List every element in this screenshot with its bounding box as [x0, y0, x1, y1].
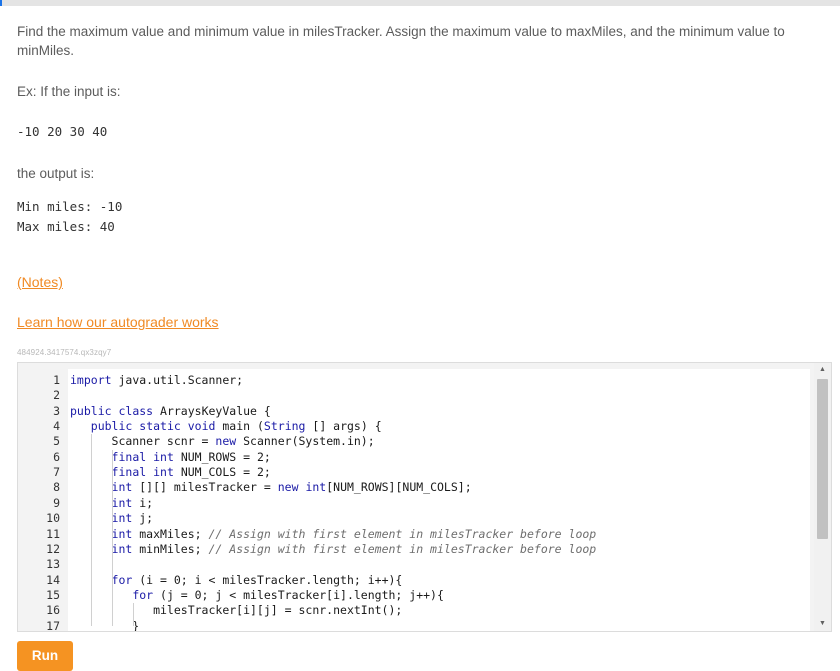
line-number: 2	[53, 388, 60, 403]
top-divider	[0, 0, 840, 6]
code-line[interactable]: 16 milesTracker[i][j] = scnr.nextInt();	[30, 603, 810, 618]
line-number: 8	[53, 480, 60, 495]
problem-statement: Find the maximum value and minimum value…	[17, 24, 785, 58]
problem-id: 484924.3417574.qx3zqy7	[17, 348, 112, 357]
code-text[interactable]: Scanner scnr = new Scanner(System.in);	[70, 434, 375, 449]
scrollbar-thumb[interactable]	[817, 379, 828, 539]
line-number: 4	[53, 419, 60, 434]
code-text[interactable]: for (j = 0; j < milesTracker[i].length; …	[70, 588, 444, 603]
code-line[interactable]: 14 for (i = 0; i < milesTracker.length; …	[30, 573, 810, 588]
line-number: 1	[53, 373, 60, 387]
scroll-up-arrow-icon[interactable]: ▲	[814, 363, 831, 377]
code-line[interactable]: 3 public class ArraysKeyValue {	[30, 404, 810, 419]
code-line[interactable]: 9 int i;	[30, 496, 810, 511]
code-text[interactable]: import java.util.Scanner;	[70, 373, 243, 388]
code-line[interactable]: 6 final int NUM_ROWS = 2;	[30, 450, 810, 465]
top-accent	[0, 0, 2, 6]
line-number: 14	[46, 572, 60, 587]
scroll-down-arrow-icon[interactable]: ▼	[814, 617, 831, 631]
autograder-link[interactable]: Learn how our autograder works	[17, 314, 219, 330]
line-number: 13	[46, 557, 60, 572]
example-intro: Ex: If the input is:	[17, 84, 121, 99]
code-line[interactable]: 12 int minMiles; // Assign with first el…	[30, 542, 810, 557]
line-number: 7	[53, 465, 60, 480]
line-number: 5	[53, 434, 60, 449]
code-line[interactable]: 7 final int NUM_COLS = 2;	[30, 465, 810, 480]
code-line[interactable]: 2	[30, 388, 810, 403]
code-line[interactable]: 4 public static void main (String [] arg…	[30, 419, 810, 434]
indent-guide	[112, 449, 113, 627]
line-number: 11	[46, 526, 60, 541]
code-text[interactable]: int [][] milesTracker = new int[NUM_ROWS…	[70, 480, 472, 495]
example-output-line1: Min miles: -10	[17, 199, 123, 214]
code-line[interactable]: 8 int [][] milesTracker = new int[NUM_RO…	[30, 480, 810, 495]
code-text[interactable]: milesTracker[i][j] = scnr.nextInt();	[70, 603, 402, 618]
code-text[interactable]: final int NUM_ROWS = 2;	[70, 450, 271, 465]
code-line[interactable]: 5 Scanner scnr = new Scanner(System.in);	[30, 434, 810, 449]
code-editor[interactable]: 1 import java.util.Scanner; 2 3 public class…	[30, 369, 810, 631]
notes-link[interactable]: (Notes)	[17, 274, 63, 290]
code-editor-frame: 1 import java.util.Scanner; 2 3 public class…	[17, 362, 832, 632]
code-text[interactable]: int minMiles; // Assign with first eleme…	[70, 542, 597, 557]
example-input: -10 20 30 40	[17, 124, 108, 139]
code-line[interactable]: 11 int maxMiles; // Assign with first el…	[30, 527, 810, 542]
code-text[interactable]: public static void main (String [] args)…	[70, 419, 382, 434]
code-text[interactable]: int maxMiles; // Assign with first eleme…	[70, 527, 597, 542]
line-number: 17	[46, 618, 60, 631]
code-line[interactable]: 1 import java.util.Scanner;	[30, 373, 810, 388]
line-number: 10	[46, 511, 60, 526]
indent-guide	[91, 434, 92, 627]
line-number: 9	[53, 495, 60, 510]
code-text[interactable]: }	[70, 619, 139, 631]
code-line[interactable]: 17 }	[30, 619, 810, 631]
output-intro: the output is:	[17, 166, 95, 181]
code-line[interactable]: 15 for (j = 0; j < milesTracker[i].lengt…	[30, 588, 810, 603]
line-number: 16	[46, 603, 60, 618]
line-number: 15	[46, 587, 60, 602]
code-line[interactable]: 10 int j;	[30, 511, 810, 526]
line-number: 3	[53, 403, 60, 418]
editor-scrollbar[interactable]: ▲ ▼	[814, 363, 831, 631]
example-output-line2: Max miles: 40	[17, 219, 115, 234]
code-text[interactable]: final int NUM_COLS = 2;	[70, 465, 271, 480]
indent-guide	[133, 603, 134, 627]
run-button[interactable]: Run	[17, 641, 73, 671]
line-number: 6	[53, 449, 60, 464]
code-text[interactable]: for (i = 0; i < milesTracker.length; i++…	[70, 573, 403, 588]
line-number: 12	[46, 541, 60, 556]
code-line[interactable]: 13	[30, 557, 810, 572]
code-text[interactable]: public class ArraysKeyValue {	[70, 404, 271, 419]
